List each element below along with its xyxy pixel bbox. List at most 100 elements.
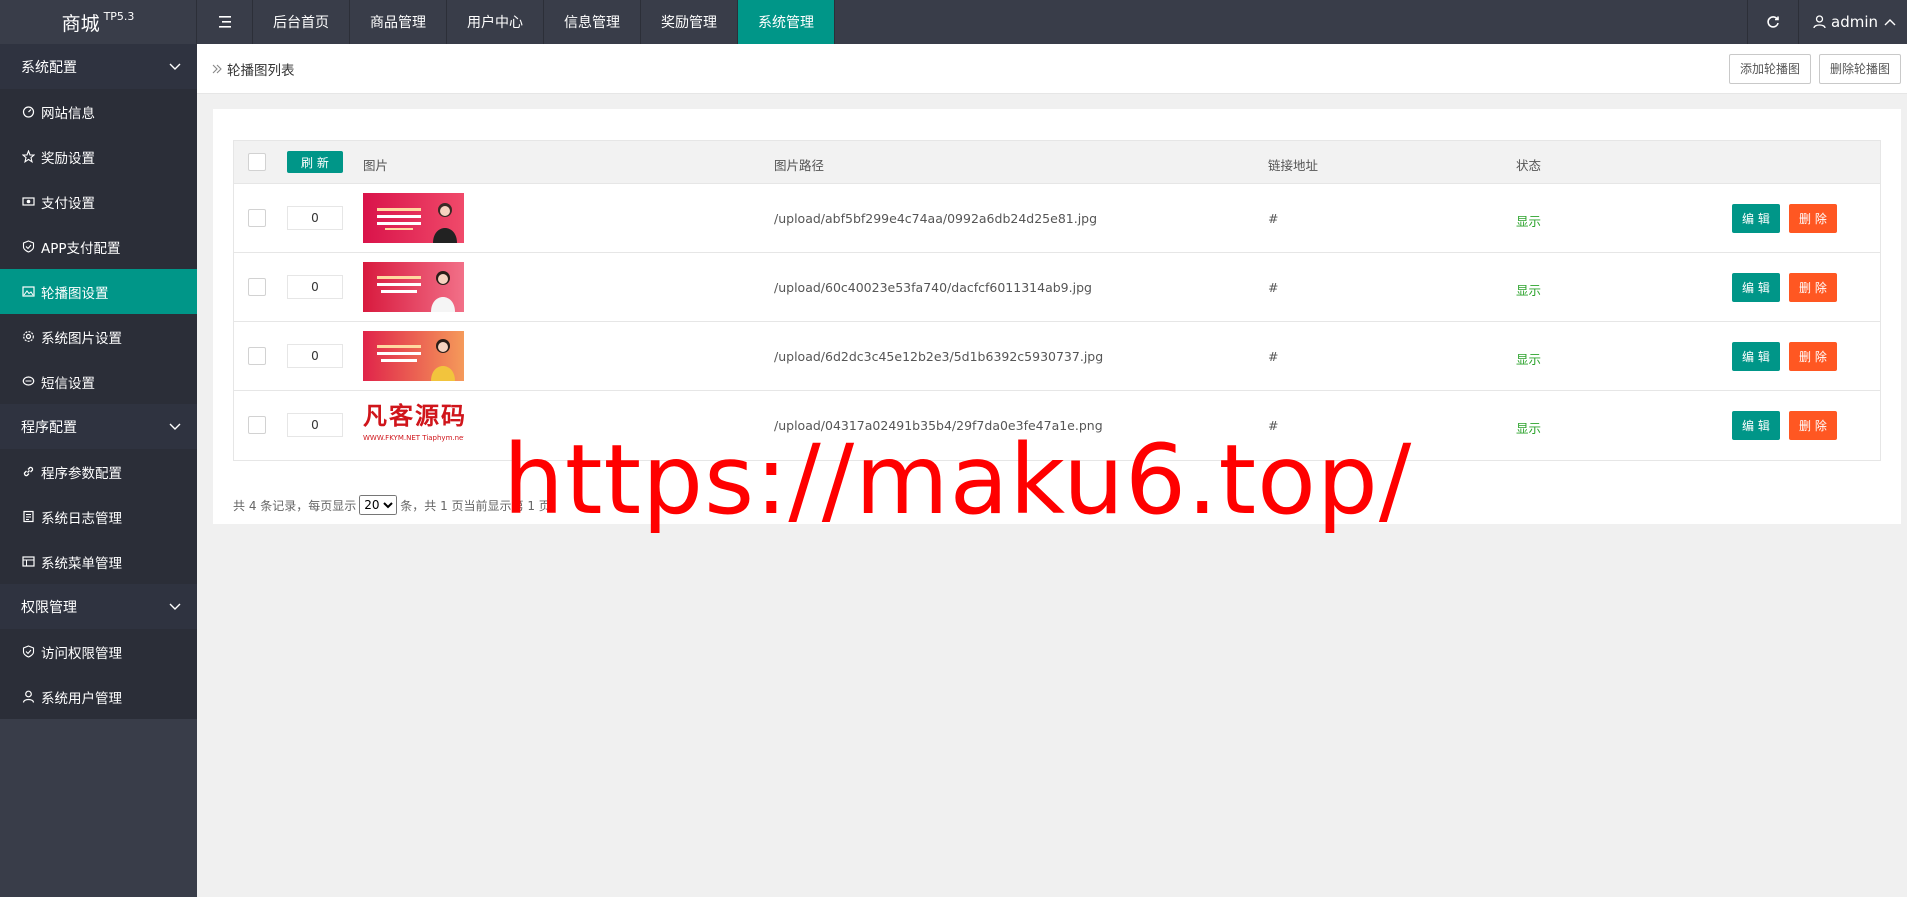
nav-home[interactable]: 后台首页 [253,0,350,44]
star-icon [22,150,35,163]
chevron-up-icon [1884,19,1896,26]
pager-suffix: 条，共 1 页当前显示第 1 页。 [400,498,563,513]
table-header: 刷 新 图片 图片路径 链接地址 状态 [234,141,1880,184]
add-carousel-button[interactable]: 添加轮播图 [1728,53,1811,84]
content-card: 刷 新 图片 图片路径 链接地址 状态 0 /upload/abf5bf299e… [213,109,1901,524]
user-icon [22,690,35,703]
select-all-checkbox[interactable] [248,153,266,171]
image-path: /upload/04317a02491b35b4/29f7da0e3fe47a1… [774,418,1103,433]
edit-button[interactable]: 编 辑 [1732,273,1780,302]
breadcrumb: 轮播图列表 添加轮播图 删除轮播图 [197,44,1907,94]
menu-icon [218,16,231,28]
link-url: # [1268,211,1279,226]
banner-image [363,262,464,312]
shield-check-icon [22,645,35,658]
sidebar-item-system-logs[interactable]: 系统日志管理 [0,494,197,539]
table-row: /upload/60c40023e53fa740/dacfcf6011314ab… [234,253,1880,322]
chevron-down-icon [169,603,181,610]
sidebar-group-program-config[interactable]: 程序配置 [0,404,197,449]
sidebar-item-system-menu[interactable]: 系统菜单管理 [0,539,197,584]
nav-rewards[interactable]: 奖励管理 [641,0,738,44]
refresh-button[interactable] [1747,0,1799,44]
user-icon [1813,15,1826,29]
sidebar-item-label: 程序参数配置 [41,465,122,482]
sort-order-input[interactable] [287,206,343,230]
sidebar-item-app-payment[interactable]: APP支付配置 [0,224,197,269]
chevron-down-icon [169,423,181,430]
logo[interactable]: 商城 TP5.3 [0,0,197,44]
sidebar-item-program-params[interactable]: 程序参数配置 [0,449,197,494]
link-url: # [1268,418,1279,433]
carousel-thumbnail[interactable] [363,193,464,243]
sidebar-item-label: APP支付配置 [41,240,121,257]
table-row: /upload/abf5bf299e4c74aa/0992a6db24d25e8… [234,184,1880,253]
sidebar-group-system-config[interactable]: 系统配置 [0,44,197,89]
main-content: 轮播图列表 添加轮播图 删除轮播图 刷 新 图片 图片路径 链接地址 状态 0 … [197,44,1907,897]
carousel-thumbnail[interactable]: 凡客源码 WWW.FKYM.NET Tiaphym.net [363,400,464,450]
sidebar-item-label: 系统日志管理 [41,510,122,527]
top-nav: 后台首页 商品管理 用户中心 信息管理 奖励管理 系统管理 [253,0,835,44]
thumbnail-logo-subtext: WWW.FKYM.NET Tiaphym.net [363,434,464,442]
link-icon [23,466,34,477]
status-badge: 显示 [1516,214,1542,229]
user-name: admin [1831,13,1878,31]
delete-button[interactable]: 删 除 [1789,342,1837,371]
delete-button[interactable]: 删 除 [1789,273,1837,302]
nav-users[interactable]: 用户中心 [447,0,544,44]
row-checkbox[interactable] [248,209,266,227]
sidebar-item-access-permissions[interactable]: 访问权限管理 [0,629,197,674]
nav-system[interactable]: 系统管理 [738,0,835,44]
header-link: 链接地址 [1268,158,1319,173]
delete-button[interactable]: 删 除 [1789,204,1837,233]
row-checkbox[interactable] [248,416,266,434]
sidebar-item-label: 访问权限管理 [41,645,122,662]
banner-image [363,331,464,381]
topbar-right: admin [1747,0,1907,44]
sidebar-group-permissions[interactable]: 权限管理 [0,584,197,629]
sidebar-item-label: 系统用户管理 [41,690,122,707]
table-refresh-button[interactable]: 刷 新 [287,151,343,173]
nav-products[interactable]: 商品管理 [350,0,447,44]
chevron-down-icon [169,63,181,70]
row-checkbox[interactable] [248,347,266,365]
sort-order-input[interactable] [287,413,343,437]
shield-check-icon [22,240,35,253]
sidebar-item-label: 轮播图设置 [41,285,109,302]
user-menu[interactable]: admin [1799,0,1907,44]
nav-info[interactable]: 信息管理 [544,0,641,44]
menu-toggle-button[interactable] [197,0,253,44]
delete-button[interactable]: 删 除 [1789,411,1837,440]
top-bar: 商城 TP5.3 后台首页 商品管理 用户中心 信息管理 奖励管理 系统管理 ad… [0,0,1907,44]
sidebar-item-site-info[interactable]: 网站信息 [0,89,197,134]
double-chevron-right-icon [212,64,222,73]
edit-button[interactable]: 编 辑 [1732,411,1780,440]
row-checkbox[interactable] [248,278,266,296]
sidebar-item-label: 短信设置 [41,375,95,392]
sidebar-item-payment[interactable]: 支付设置 [0,179,197,224]
sidebar-item-label: 系统菜单管理 [41,555,122,572]
status-badge: 显示 [1516,283,1542,298]
sidebar-group-label: 程序配置 [21,419,77,436]
logo-text: 商城 [61,12,100,35]
sidebar-item-label: 系统图片设置 [41,330,122,347]
carousel-thumbnail[interactable] [363,331,464,381]
carousel-thumbnail[interactable] [363,262,464,312]
status-badge: 显示 [1516,421,1542,436]
delete-carousel-button[interactable]: 删除轮播图 [1818,53,1901,84]
sort-order-input[interactable] [287,344,343,368]
per-page-select[interactable]: 20 [359,495,398,515]
sort-order-input[interactable] [287,275,343,299]
header-path: 图片路径 [774,158,825,173]
status-badge: 显示 [1516,352,1542,367]
edit-button[interactable]: 编 辑 [1732,204,1780,233]
page-title: 轮播图列表 [227,62,295,79]
sidebar-item-carousel[interactable]: 轮播图设置 [0,269,197,314]
image-path: /upload/6d2dc3c45e12b2e3/5d1b6392c593073… [774,349,1104,364]
carousel-table: 刷 新 图片 图片路径 链接地址 状态 0 /upload/abf5bf299e… [233,140,1881,461]
sidebar-item-sms[interactable]: 短信设置 [0,359,197,404]
gear-icon [23,331,34,342]
sidebar-item-rewards[interactable]: 奖励设置 [0,134,197,179]
sidebar-item-system-images[interactable]: 系统图片设置 [0,314,197,359]
edit-button[interactable]: 编 辑 [1732,342,1780,371]
sidebar-item-system-users[interactable]: 系统用户管理 [0,674,197,719]
